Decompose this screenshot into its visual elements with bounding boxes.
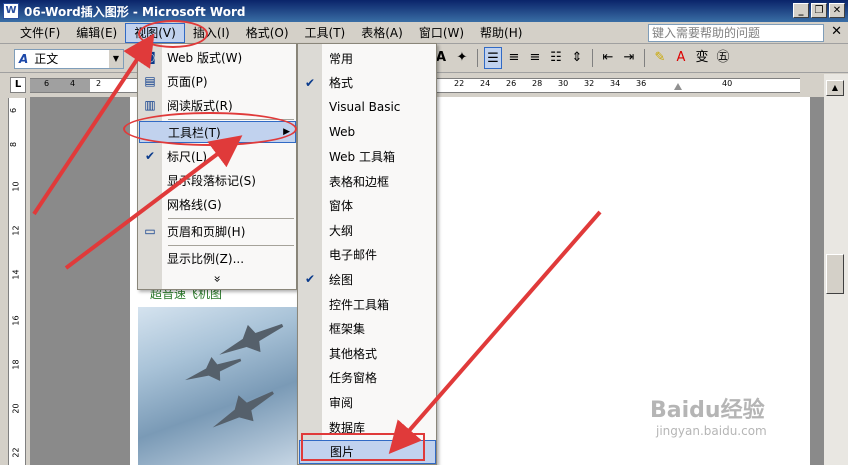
annotation-arrow — [32, 33, 155, 216]
baidu-watermark-url: jingyan.baidu.com — [656, 424, 767, 438]
baidu-watermark: Baidu经验 — [650, 398, 765, 423]
annotation-arrow — [388, 210, 602, 455]
annotation-arrow — [64, 135, 243, 270]
